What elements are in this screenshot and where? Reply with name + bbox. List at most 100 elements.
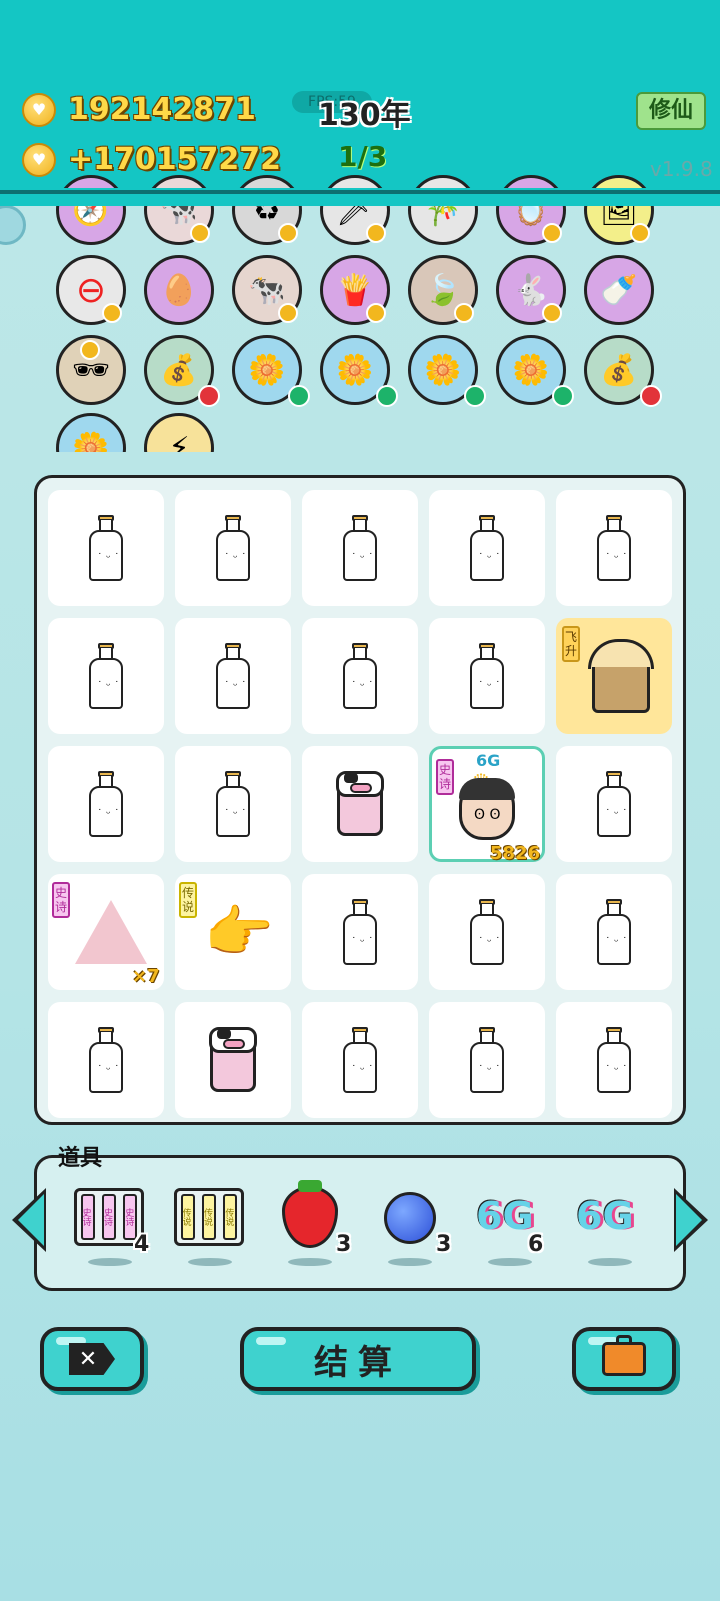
milk-bottle-icon: ˙ ᵕ ˙ [597, 771, 631, 837]
milk-bottle-icon: ˙ ᵕ ˙ [89, 771, 123, 837]
board-cell-milk-bottle[interactable]: ˙ ᵕ ˙ [429, 490, 545, 606]
breast-pump-icon[interactable]: 🍼 [584, 255, 654, 325]
remove-badge-icon [198, 385, 220, 407]
board-cell-character[interactable]: 史诗6G♛ʘ ʘ5826 [429, 746, 545, 864]
legend-tag: 传说 [179, 882, 197, 918]
heart-badge-icon [454, 303, 474, 323]
prop-shadow [288, 1258, 332, 1266]
prop-count: 3 [436, 1232, 452, 1257]
board-cell-milk-bottle[interactable]: ˙ ᵕ ˙ [302, 874, 418, 990]
board-cell-milk-bottle[interactable]: ˙ ᵕ ˙ [556, 874, 672, 990]
cultivate-button[interactable]: 修仙 [636, 92, 706, 130]
legend-label: 传说 [223, 1194, 238, 1240]
legend-label: 传说 [180, 1194, 195, 1240]
milk-bottle-icon: ˙ ᵕ ˙ [597, 515, 631, 581]
bubble-tea-icon [588, 639, 654, 713]
prop-count: 4 [134, 1232, 150, 1257]
board-cell-milk-bottle[interactable]: ˙ ᵕ ˙ [175, 746, 291, 862]
board-cell-milk-bottle[interactable]: ˙ ᵕ ˙ [429, 618, 545, 734]
coin-icon: ♥ [22, 92, 56, 127]
milk-bottle-icon: ˙ ᵕ ˙ [597, 899, 631, 965]
active-badge-icon [376, 385, 398, 407]
heart-badge-icon [278, 303, 298, 323]
close-icon: ✕ [69, 1343, 115, 1375]
milk-bottle-icon: ˙ ᵕ ˙ [470, 515, 504, 581]
board-cell-milk-bottle[interactable]: ˙ ᵕ ˙ [556, 490, 672, 606]
legend-pack-icon: 传说 传说 传说 [174, 1188, 244, 1246]
board-cell-rabbit-house[interactable]: 史诗 ×7 [48, 874, 164, 990]
board-cell-bubble-tea[interactable]: 飞升 [556, 618, 672, 734]
prop-count: 6 [528, 1232, 544, 1257]
strawberry-icon [282, 1186, 338, 1248]
coin-icon: ♥ [22, 142, 56, 177]
milk-bottle-icon: ˙ ᵕ ˙ [216, 643, 250, 709]
epic-label: 史诗 [80, 1194, 95, 1240]
compass-icon[interactable]: 🧭 [56, 175, 126, 245]
prop-epic-pack[interactable]: 史诗 史诗 史诗 4 [70, 1180, 150, 1270]
heart-badge-icon [542, 223, 562, 243]
board-cell-milk-bottle[interactable]: ˙ ᵕ ˙ [556, 1002, 672, 1118]
board-cell-milk-bottle[interactable]: ˙ ᵕ ˙ [302, 1002, 418, 1118]
milk-bottle-icon: ˙ ᵕ ˙ [343, 515, 377, 581]
character-level: 6G [476, 751, 501, 770]
bamboo-icon[interactable]: 🎋 [408, 175, 478, 245]
heart-badge-icon [630, 223, 650, 243]
sleep-side-button[interactable] [0, 205, 26, 245]
prop-shadow [588, 1258, 632, 1266]
board-cell-milk-bottle[interactable]: ˙ ᵕ ˙ [48, 618, 164, 734]
character-power: 5826 [490, 843, 541, 864]
chevron-right-icon [676, 1194, 702, 1246]
pointing-hand-icon: 👉 [204, 900, 274, 965]
top-bar: ♥ 192142871 ♥ +170157272 FPS:59 130年 1/3… [0, 0, 720, 194]
prop-shadow [88, 1258, 132, 1266]
briefcase-icon [602, 1335, 646, 1376]
active-badge-icon [552, 385, 574, 407]
version-label: v1.9.8 [650, 157, 713, 181]
potted-flower-icon-5[interactable]: 🌼 [56, 413, 126, 452]
ascend-tag: 飞升 [562, 626, 580, 662]
lightning-icon[interactable]: ⚡ [144, 413, 214, 452]
board-cell-milk-bottle[interactable]: ˙ ᵕ ˙ [302, 618, 418, 734]
heart-badge-icon [80, 340, 100, 360]
prop-6g-a[interactable]: 6G 6 [470, 1180, 550, 1270]
prop-blueberry[interactable]: 3 [370, 1180, 452, 1270]
board-cell-hand[interactable]: 传说 👉 [175, 874, 291, 990]
cow-icon [336, 771, 384, 836]
board-cell-milk-bottle[interactable]: ˙ ᵕ ˙ [556, 746, 672, 862]
prop-shadow [188, 1258, 232, 1266]
board-cell-cow[interactable] [302, 746, 418, 862]
board-cell-milk-bottle[interactable]: ˙ ᵕ ˙ [429, 874, 545, 990]
6g-icon: 6G [576, 1194, 634, 1238]
board-cell-milk-bottle[interactable]: ˙ ᵕ ˙ [48, 746, 164, 862]
board-cell-milk-bottle[interactable]: ˙ ᵕ ˙ [48, 490, 164, 606]
milk-bottle-icon: ˙ ᵕ ˙ [470, 643, 504, 709]
settle-button[interactable]: 结算 [240, 1327, 476, 1391]
briefcase-handle [616, 1335, 632, 1343]
prop-legend-pack[interactable]: 传说 传说 传说 [170, 1180, 250, 1270]
prop-count: 3 [336, 1232, 352, 1257]
house-multiplier: ×7 [132, 966, 160, 987]
milk-bottle-icon: ˙ ᵕ ˙ [89, 515, 123, 581]
milk-bottle-icon: ˙ ᵕ ˙ [597, 1027, 631, 1093]
milk-bottle-icon: ˙ ᵕ ˙ [89, 643, 123, 709]
remove-badge-icon [640, 385, 662, 407]
board-cell-cow[interactable] [175, 1002, 291, 1118]
milk-bottle-icon: ˙ ᵕ ˙ [470, 1027, 504, 1093]
topbar-border [0, 190, 720, 194]
heart-badge-icon [366, 223, 386, 243]
milk-bottle-icon: ˙ ᵕ ˙ [470, 899, 504, 965]
backpack-button[interactable] [572, 1327, 676, 1391]
discard-button[interactable]: ✕ [40, 1327, 144, 1391]
prop-shadow [388, 1258, 432, 1266]
board-cell-milk-bottle[interactable]: ˙ ᵕ ˙ [175, 618, 291, 734]
board-cell-milk-bottle[interactable]: ˙ ᵕ ˙ [429, 1002, 545, 1118]
board-cell-milk-bottle[interactable]: ˙ ᵕ ˙ [48, 1002, 164, 1118]
board-cell-milk-bottle[interactable]: ˙ ᵕ ˙ [302, 490, 418, 606]
egg-icon[interactable]: 🥚 [144, 255, 214, 325]
prop-strawberry[interactable]: 3 [270, 1180, 352, 1270]
active-badge-icon [288, 385, 310, 407]
heart-badge-icon [278, 223, 298, 243]
prop-6g-b[interactable]: 6G [570, 1180, 650, 1270]
board-cell-milk-bottle[interactable]: ˙ ᵕ ˙ [175, 490, 291, 606]
milk-bottle-icon: ˙ ᵕ ˙ [216, 771, 250, 837]
